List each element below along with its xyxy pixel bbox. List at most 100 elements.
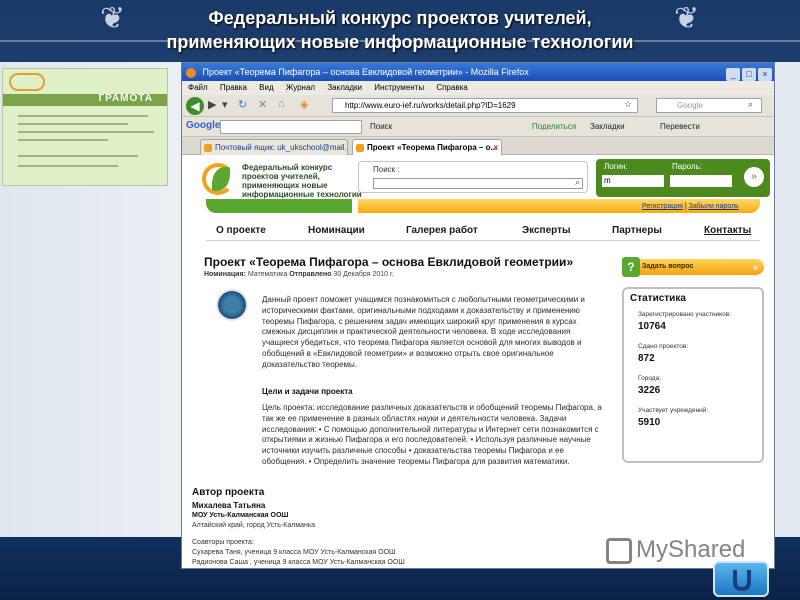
menu-item-help[interactable]: Справка [436,83,467,92]
tab-mail-label: Почтовый ящик: uk_ukschool@mail.ru [215,143,348,152]
stat-label-institutions: Участвует учреждений: [638,407,709,414]
author-school: МОУ Усть-Калманская ООШ [192,512,289,519]
dropdown-arrow-icon[interactable]: ▾ [222,98,228,111]
nav-nominations[interactable]: Номинации [308,225,365,236]
menu-item-file[interactable]: Файл [188,83,208,92]
slide-title: Федеральный конкурс проектов учителей, п… [100,6,700,54]
menu-item-bookmarks[interactable]: Закладки [327,83,362,92]
web-search-icon[interactable]: ⌕ [748,99,753,110]
maximize-icon[interactable]: □ [742,68,756,81]
stat-value-cities: 3226 [638,385,661,396]
certificate-heading: ГРАМОТА [98,93,153,104]
tab-project-label: Проект «Теорема Пифагора – о... [367,143,498,152]
menu-bar: Файл Правка Вид Журнал Закладки Инструме… [182,81,774,95]
bookmarks-button[interactable]: Закладки [590,122,625,131]
tab-project[interactable]: Проект «Теорема Пифагора – о... × [352,139,502,155]
site-search-input[interactable]: ⌕ [373,177,583,189]
home-icon[interactable]: ⌂ [278,98,285,110]
u-turn-arrow-icon [733,570,751,592]
google-toolbar: Google Поиск Поделиться Закладки Перевес… [182,117,774,137]
sent-label: Отправлено [289,271,332,278]
login-panel: Логин: Пароль: m » [596,159,770,197]
minimize-icon[interactable]: _ [726,68,740,81]
menu-item-edit[interactable]: Правка [220,83,247,92]
goals-text: Цель проекта: исследование различных док… [262,403,602,466]
watermark-text: MyShared [636,536,746,563]
stat-value-projects: 872 [638,353,655,364]
stat-value-participants: 10764 [638,321,666,332]
login-input[interactable]: m [602,175,664,187]
nav-partners[interactable]: Партнеры [612,225,662,236]
project-meta: Номинация: Математика Отправлено 30 Дека… [204,271,394,278]
back-arrow-icon[interactable]: ◀ [186,97,204,115]
main-navigation: О проекте Номинации Галерея работ Экспер… [206,221,760,241]
author-region: Алтайский край, город Усть-Калманка [192,522,316,529]
site-search-box: Поиск : ⌕ [358,161,588,193]
header-green-band [206,199,352,213]
slide-title-line1: Федеральный конкурс проектов учителей, [208,8,592,28]
return-button[interactable] [713,561,769,597]
nav-about[interactable]: О проекте [216,225,266,236]
stat-label-projects: Сдано проектов: [638,343,689,350]
certificate-image: ГРАМОТА [2,68,168,186]
project-emblem-icon [216,289,248,321]
certificate-logo-icon [9,73,45,91]
nomination-value: Математика [247,271,288,278]
password-label: Пароль: [672,162,702,171]
sent-date: 30 Декабря 2010 г. [333,271,394,278]
coauthors-label: Соавторы проекта: [192,539,254,546]
translate-button[interactable]: Перевести [660,122,700,131]
login-submit-button[interactable]: » [744,167,764,187]
bookmark-star-icon[interactable]: ☆ [624,99,632,110]
reload-icon[interactable]: ↻ [238,98,247,111]
slide-title-line2: применяющих новые информационные техноло… [166,32,634,52]
goals-heading: Цели и задачи проекта [262,387,353,396]
stat-label-cities: Города: [638,375,662,382]
tab-mail[interactable]: Почтовый ящик: uk_ukschool@mail.ru [200,139,348,155]
nav-experts[interactable]: Эксперты [522,225,571,236]
login-label: Логин: [604,162,628,171]
menu-item-history[interactable]: Журнал [286,83,315,92]
forward-arrow-icon[interactable]: ▶ [208,98,216,111]
project-title: Проект «Теорема Пифагора – основа Евклид… [204,255,574,269]
webpage: Федеральный конкурс проектов учителей, п… [182,155,774,568]
stop-icon[interactable]: ✕ [258,98,267,111]
web-search-input[interactable]: Google [656,98,762,113]
browser-window: Проект «Теорема Пифагора – основа Евклид… [181,62,775,569]
url-input[interactable]: http://www.euro-ief.ru/works/detail.php?… [332,98,638,113]
double-arrow-icon: » [752,262,758,272]
window-title: Проект «Теорема Пифагора – основа Евклид… [202,67,529,77]
nav-gallery[interactable]: Галерея работ [406,225,478,236]
register-link[interactable]: Регистрация [642,203,683,210]
google-toolbar-logo: Google [186,120,221,131]
search-icon[interactable]: ⌕ [575,177,580,188]
mail-favicon-icon [204,144,212,152]
google-search-button[interactable]: Поиск [370,122,392,131]
url-text: http://www.euro-ief.ru/works/detail.php?… [345,101,516,110]
nav-contacts[interactable]: Контакты [704,225,751,236]
password-input[interactable] [670,175,732,187]
ask-question-button[interactable]: ? Задать вопрос » [622,257,764,277]
site-search-label: Поиск : [373,165,400,174]
web-search-placeholder: Google [677,101,703,110]
forgot-password-link[interactable]: Забыли пароль [689,203,739,210]
google-toolbar-input[interactable] [220,120,362,134]
tab-bar: Почтовый ящик: uk_ukschool@mail.ru Проек… [182,137,774,155]
statistics-heading: Статистика [630,293,686,304]
coauthor-item: Сухарева Таня, ученица 9 класса МОУ Усть… [192,549,396,556]
navigation-bar: ◀ ▶ ▾ ↻ ✕ ⌂ ◈ http://www.euro-ief.ru/wor… [182,95,774,117]
statistics-panel: Статистика Зарегистрировано участников: … [622,287,764,463]
firefox-icon [186,67,196,78]
site-logo[interactable]: Федеральный конкурс проектов учителей, п… [202,159,362,208]
share-button[interactable]: Поделиться [532,122,576,131]
menu-item-tools[interactable]: Инструменты [374,83,424,92]
stat-value-institutions: 5910 [638,417,661,428]
tab-close-icon[interactable]: × [493,140,498,155]
menu-item-view[interactable]: Вид [259,83,273,92]
nomination-label: Номинация: [204,271,246,278]
author-heading: Автор проекта [192,487,265,498]
feed-icon[interactable]: ◈ [300,98,308,111]
close-icon[interactable]: × [758,68,772,81]
coauthor-item: Радионова Саша , ученица 9 класса МОУ Ус… [192,559,405,566]
browser-titlebar: Проект «Теорема Пифагора – основа Евклид… [182,63,774,81]
